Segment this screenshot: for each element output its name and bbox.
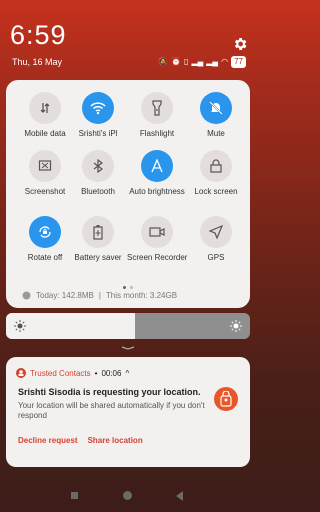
notification-app-name: Trusted Contacts bbox=[30, 368, 91, 378]
recents-button[interactable] bbox=[71, 492, 78, 499]
tile-flashlight[interactable]: Flashlight bbox=[127, 92, 187, 138]
date: Thu, 16 May bbox=[12, 57, 63, 67]
data-usage-today: Today: 142.8MB bbox=[36, 291, 94, 300]
tile-bluetooth[interactable]: Bluetooth bbox=[68, 150, 128, 196]
tile-mute[interactable]: Mute bbox=[186, 92, 246, 138]
silent-icon: 🔕 bbox=[158, 57, 169, 66]
lock-icon bbox=[200, 150, 232, 182]
signal-icon: ▂▄ bbox=[191, 57, 204, 66]
tile-label: Flashlight bbox=[139, 129, 175, 138]
collapse-handle[interactable] bbox=[121, 346, 135, 350]
notification-actions: Decline request Share location bbox=[18, 436, 143, 445]
notification-time: 00:06 bbox=[101, 368, 122, 378]
signal-icon-2: ▂▄ bbox=[206, 57, 219, 66]
tile-label: GPS bbox=[207, 253, 225, 262]
mute-bell-icon bbox=[200, 92, 232, 124]
tile-label: Lock screen bbox=[194, 187, 238, 196]
bluetooth-icon bbox=[82, 150, 114, 182]
page-dot-active bbox=[123, 286, 126, 289]
tile-label: Bluetooth bbox=[81, 187, 115, 196]
status-area: 6:59 Thu, 16 May 🔕 ⏰ ▯ ▂▄ ▂▄ ◠ 77 bbox=[0, 0, 256, 80]
tile-label: Srishti's iPl bbox=[78, 129, 118, 138]
tile-label: Mute bbox=[207, 129, 225, 138]
tile-label: Screenshot bbox=[24, 187, 66, 196]
settings-gear-icon[interactable] bbox=[232, 36, 248, 52]
tile-rotate[interactable]: Rotate off bbox=[15, 216, 75, 262]
clock: 6:59 bbox=[10, 20, 67, 50]
tile-label: Battery saver bbox=[74, 253, 122, 262]
notification-separator: • bbox=[94, 368, 98, 378]
data-usage-separator: | bbox=[98, 291, 101, 300]
notification-header: Trusted Contacts • 00:06 ^ bbox=[16, 368, 129, 378]
expand-chevron-icon[interactable]: ^ bbox=[125, 369, 129, 378]
tile-label: Screen Recorder bbox=[127, 253, 188, 262]
battery-saver-icon bbox=[82, 216, 114, 248]
tile-lock-screen[interactable]: Lock screen bbox=[186, 150, 246, 196]
brightness-slider[interactable] bbox=[6, 313, 250, 339]
tile-screenshot[interactable]: Screenshot bbox=[15, 150, 75, 196]
tile-gps[interactable]: GPS bbox=[186, 216, 246, 262]
brightness-high-icon bbox=[230, 320, 242, 332]
quick-settings-panel: Mobile data Srishti's iPl Flashlight Mut… bbox=[6, 80, 250, 308]
page-dot bbox=[130, 286, 133, 289]
tile-mobile-data[interactable]: Mobile data bbox=[15, 92, 75, 138]
tile-auto-brightness[interactable]: Auto brightness bbox=[127, 150, 187, 196]
trusted-contacts-app-icon bbox=[16, 368, 26, 378]
tile-label: Auto brightness bbox=[129, 187, 185, 196]
flashlight-icon bbox=[141, 92, 173, 124]
decline-request-button[interactable]: Decline request bbox=[18, 436, 78, 445]
auto-brightness-icon bbox=[141, 150, 173, 182]
alarm-icon: ⏰ bbox=[171, 57, 182, 66]
data-usage-row: Today: 142.8MB | This month: 3.24GB bbox=[22, 291, 177, 300]
back-button[interactable] bbox=[176, 491, 183, 501]
vibrate-icon: ▯ bbox=[184, 57, 189, 66]
battery-indicator: 77 bbox=[231, 56, 246, 68]
tile-screen-recorder[interactable]: Screen Recorder bbox=[127, 216, 187, 262]
tile-wifi[interactable]: Srishti's iPl bbox=[68, 92, 128, 138]
notification-body: Your location will be shared automatical… bbox=[18, 401, 205, 420]
mobile-data-icon bbox=[29, 92, 61, 124]
video-camera-icon bbox=[141, 216, 173, 248]
home-button[interactable] bbox=[123, 491, 132, 500]
data-usage-icon bbox=[22, 291, 31, 300]
screenshot-icon bbox=[29, 150, 61, 182]
navigation-bar bbox=[0, 486, 256, 506]
tile-battery-saver[interactable]: Battery saver bbox=[68, 216, 128, 262]
wifi-status-icon: ◠ bbox=[221, 57, 229, 66]
notification-card[interactable]: Trusted Contacts • 00:06 ^ Srishti Sisod… bbox=[6, 357, 250, 467]
rotate-lock-icon bbox=[29, 216, 61, 248]
data-usage-month: This month: 3.24GB bbox=[105, 291, 178, 300]
wifi-icon bbox=[82, 92, 114, 124]
tile-label: Mobile data bbox=[24, 129, 66, 138]
notification-large-icon bbox=[214, 387, 238, 411]
location-arrow-icon bbox=[200, 216, 232, 248]
tile-label: Rotate off bbox=[27, 253, 63, 262]
brightness-low-icon bbox=[14, 320, 26, 332]
system-icons: 🔕 ⏰ ▯ ▂▄ ▂▄ ◠ 77 bbox=[158, 56, 246, 68]
share-location-button[interactable]: Share location bbox=[88, 436, 143, 445]
notification-title: Srishti Sisodia is requesting your locat… bbox=[18, 387, 201, 397]
